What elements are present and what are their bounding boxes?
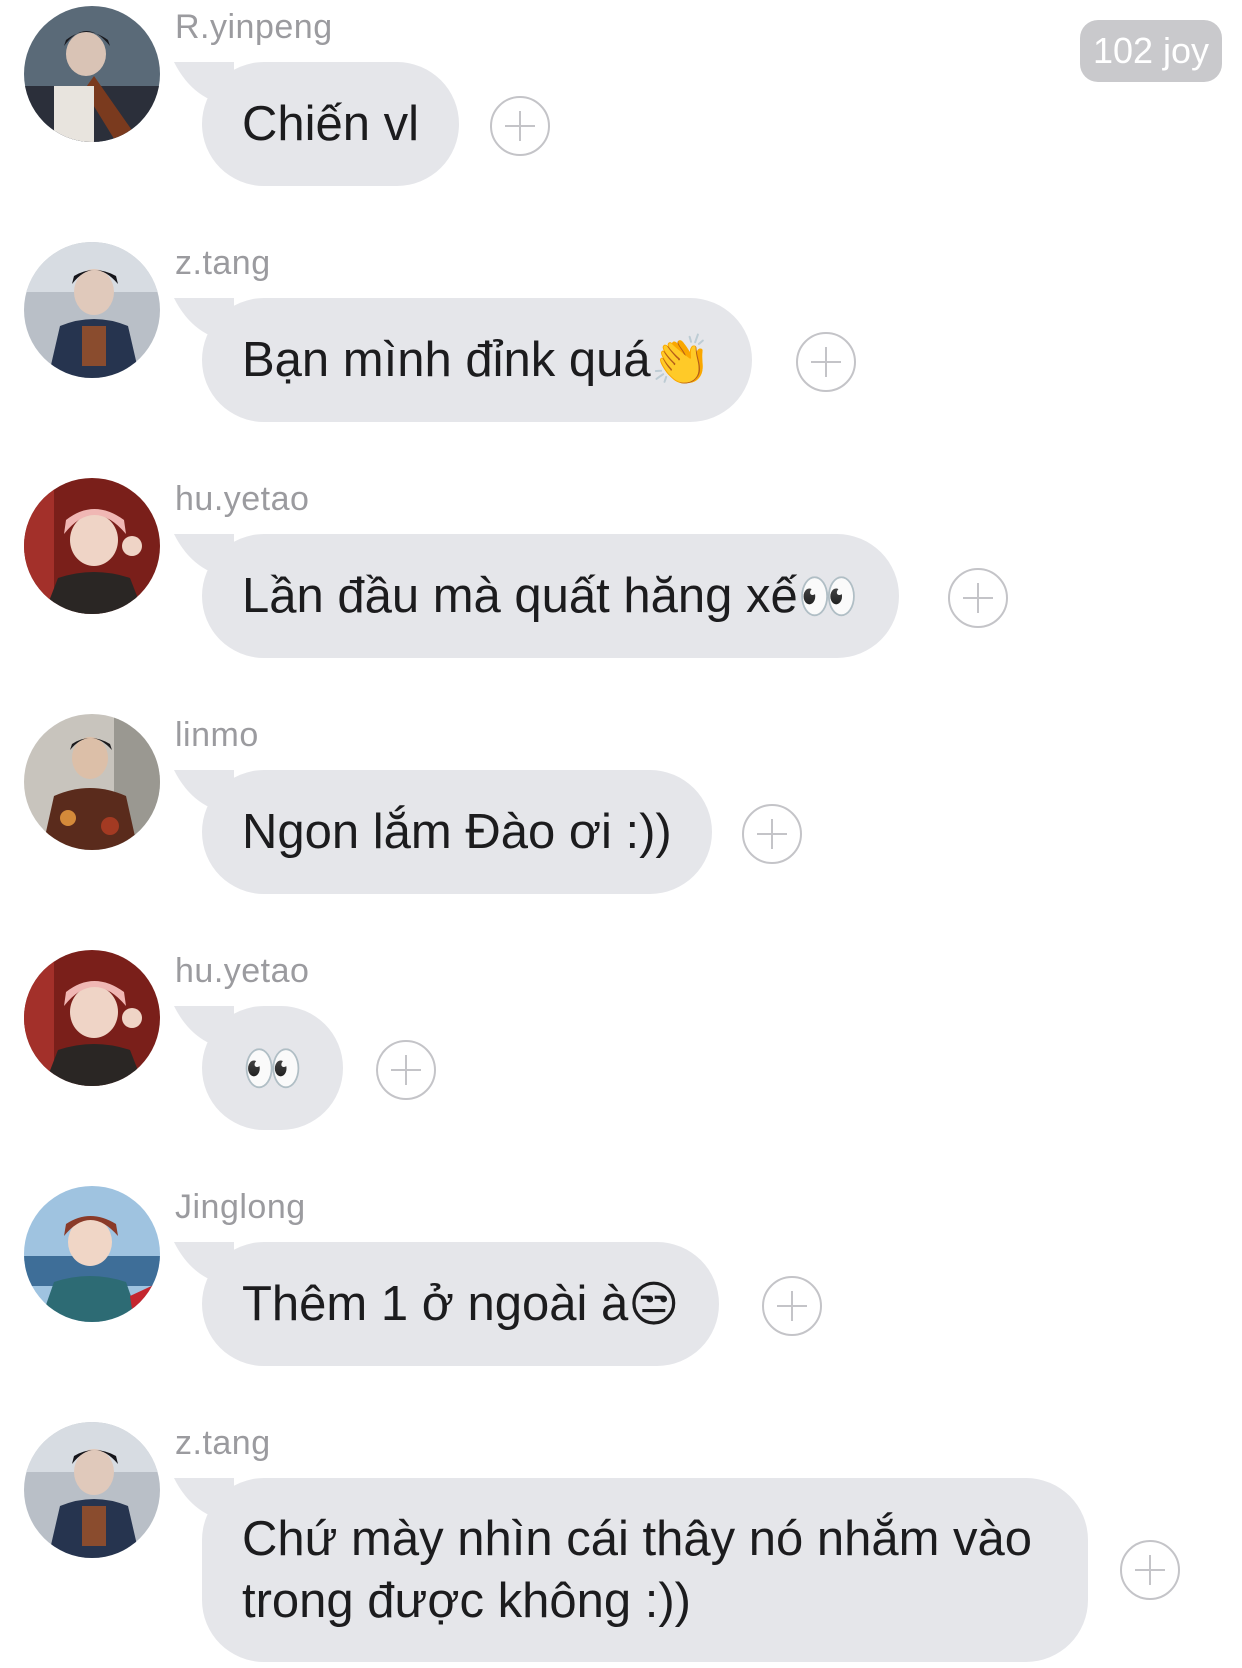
- message-bubble[interactable]: 👀: [202, 1006, 344, 1130]
- message-bubble[interactable]: Lần đầu mà quất hăng xế 👀: [202, 534, 899, 658]
- message-row: z.tang Bạn mình đỉnk quá 👏: [0, 236, 1242, 436]
- add-reaction-icon[interactable]: [948, 568, 1008, 628]
- message-text: Lần đầu mà quất hăng xế: [242, 569, 798, 623]
- sender-name: hu.yetao: [175, 952, 310, 990]
- message-bubble[interactable]: Bạn mình đỉnk quá 👏: [202, 298, 752, 422]
- sender-name: z.tang: [175, 1424, 271, 1462]
- message-bubble[interactable]: Chứ mày nhìn cái thây nó nhắm vào trong …: [202, 1478, 1088, 1662]
- message-text: Ngon lắm Đào ơi :)): [242, 805, 672, 859]
- message-row: linmo Ngon lắm Đào ơi :)): [0, 708, 1242, 908]
- message-text: Thêm 1 ở ngoài à: [242, 1277, 629, 1331]
- message-row: hu.yetao 👀: [0, 944, 1242, 1144]
- add-reaction-icon[interactable]: [376, 1040, 436, 1100]
- sender-name: hu.yetao: [175, 480, 310, 518]
- clapping-hands-icon: 👏: [650, 331, 712, 389]
- message-row: hu.yetao Lần đầu mà quất hăng xế 👀: [0, 472, 1242, 672]
- add-reaction-icon[interactable]: [742, 804, 802, 864]
- sender-avatar[interactable]: [24, 242, 160, 378]
- sender-avatar[interactable]: [24, 1422, 160, 1558]
- sender-avatar[interactable]: [24, 714, 160, 850]
- add-reaction-icon[interactable]: [1120, 1540, 1180, 1600]
- message-row: Jinglong Thêm 1 ở ngoài à 😒: [0, 1180, 1242, 1380]
- add-reaction-icon[interactable]: [490, 96, 550, 156]
- add-reaction-icon[interactable]: [762, 1276, 822, 1336]
- message-text: Bạn mình đỉnk quá: [242, 333, 651, 387]
- message-text: Chiến vl: [242, 97, 420, 151]
- add-reaction-icon[interactable]: [796, 332, 856, 392]
- sender-avatar[interactable]: [24, 950, 160, 1086]
- message-text: Chứ mày nhìn cái thây nó nhắm vào trong …: [242, 1512, 1033, 1628]
- sender-avatar[interactable]: [24, 6, 160, 142]
- message-row: z.tang Chứ mày nhìn cái thây nó nhắm vào…: [0, 1416, 1242, 1668]
- message-bubble[interactable]: Chiến vl: [202, 62, 460, 186]
- unamused-face-icon: 😒: [628, 1275, 680, 1333]
- eyes-icon: 👀: [797, 567, 859, 625]
- sender-name: z.tang: [175, 244, 271, 282]
- message-row: R.yinpeng Chiến vl: [0, 0, 1242, 200]
- sender-avatar[interactable]: [24, 1186, 160, 1322]
- sender-name: R.yinpeng: [175, 8, 333, 46]
- sender-name: Jinglong: [175, 1188, 306, 1226]
- message-bubble[interactable]: Thêm 1 ở ngoài à 😒: [202, 1242, 720, 1366]
- message-bubble[interactable]: Ngon lắm Đào ơi :)): [202, 770, 712, 894]
- sender-name: linmo: [175, 716, 259, 754]
- eyes-icon: 👀: [242, 1039, 304, 1097]
- sender-avatar[interactable]: [24, 478, 160, 614]
